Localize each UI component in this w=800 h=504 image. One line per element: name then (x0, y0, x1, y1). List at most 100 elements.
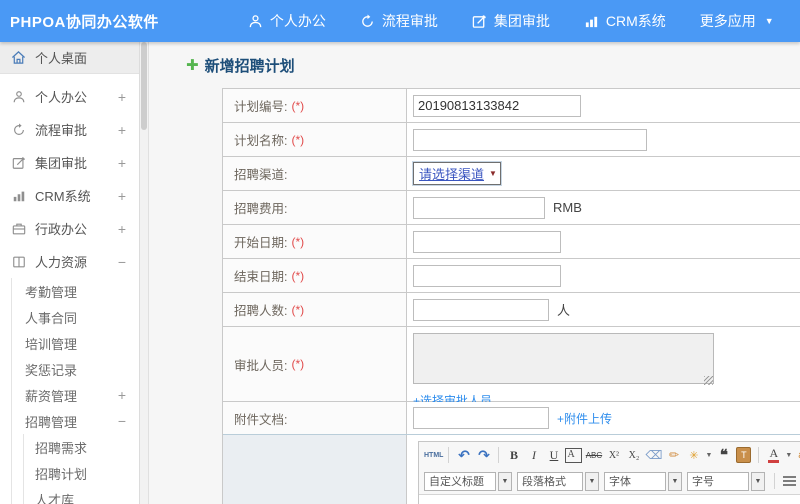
person-icon (10, 90, 27, 104)
sidebar-scrollbar[interactable] (140, 42, 149, 504)
collapse-minus-icon[interactable]: − (118, 414, 126, 428)
sidebar-item-attendance[interactable]: 考勤管理 (12, 278, 139, 304)
label-text: 审批人员: (234, 358, 288, 373)
expand-plus-icon[interactable]: + (118, 90, 126, 104)
bold-icon[interactable]: B (504, 446, 523, 465)
process-icon (10, 122, 27, 137)
font-family-dropdown[interactable]: 字体 (604, 471, 666, 491)
sidebar-item-recruit-plan[interactable]: 招聘计划 (24, 460, 139, 486)
form-row-channel: 招聘渠道: 请选择渠道 ▼ (223, 157, 800, 191)
sidebar-item-label: 奖惩记录 (25, 362, 78, 378)
paste-plain-icon[interactable]: T (734, 446, 753, 465)
caret-down-icon[interactable]: ▼ (498, 471, 512, 491)
top-nav-group-approval[interactable]: 集团审批 (455, 11, 567, 31)
label-text: 招聘费用: (234, 202, 288, 216)
sidebar-item-training[interactable]: 培训管理 (12, 330, 139, 356)
form-row-headcount: 招聘人数: (*) 人 (223, 293, 800, 327)
sidebar-item-label: 招聘管理 (25, 414, 78, 430)
sidebar-item-admin-office[interactable]: 行政办公 + (0, 212, 139, 245)
briefcase-icon (10, 222, 27, 236)
format-brush-icon[interactable]: ✏ (664, 446, 683, 465)
cost-input[interactable] (413, 196, 545, 219)
collapse-minus-icon[interactable]: − (118, 255, 126, 269)
caret-down-icon[interactable]: ▼ (668, 471, 682, 491)
expand-plus-icon[interactable]: + (118, 156, 126, 170)
sidebar-item-recruit-demand[interactable]: 招聘需求 (24, 434, 139, 460)
field-label: 审批人员: (*) (223, 327, 407, 401)
expand-plus-icon[interactable]: + (118, 123, 126, 137)
auto-typeset-icon[interactable]: ✳ (684, 446, 703, 465)
paragraph-format-dropdown[interactable]: 段落格式 (517, 471, 583, 491)
sidebar-item-desktop[interactable]: 个人桌面 (0, 42, 139, 74)
channel-select[interactable]: 请选择渠道 ▼ (413, 162, 501, 185)
unit-label: RMB (553, 200, 582, 215)
align-left-icon[interactable] (780, 472, 799, 491)
sidebar: 个人桌面 个人办公 + 流程审批 + 集团审批 + CRM系统 + 行政办公 +… (0, 42, 140, 504)
caret-down-icon[interactable]: ▼ (751, 471, 765, 491)
end-date-input[interactable] (413, 264, 561, 287)
start-date-input[interactable] (413, 230, 561, 253)
eraser-icon[interactable]: ⌫ (644, 446, 663, 465)
required-marker: (*) (291, 132, 305, 147)
italic-icon[interactable]: I (524, 446, 543, 465)
field-cell: +附件上传 (407, 402, 800, 434)
undo-icon[interactable]: ↶ (454, 446, 473, 465)
toolbar-separator (774, 473, 775, 489)
field-cell: +选择审批人员 (407, 327, 800, 408)
body-row: 个人桌面 个人办公 + 流程审批 + 集团审批 + CRM系统 + 行政办公 +… (0, 42, 800, 504)
sidebar-item-salary[interactable]: 薪资管理 + (12, 382, 139, 408)
editor-content-area[interactable] (419, 494, 800, 504)
person-icon (248, 14, 263, 29)
superscript-icon[interactable]: X² (604, 446, 623, 465)
redo-icon[interactable]: ↷ (474, 446, 493, 465)
form-row-approvers: 审批人员: (*) +选择审批人员 (223, 327, 800, 408)
upload-attachment-link[interactable]: +附件上传 (557, 410, 612, 427)
field-cell: HTML ↶ ↷ B I U A ABC X² X₂ ⌫ ✏ ✳ ▼ ❝ T A… (407, 435, 800, 504)
plan-number-input[interactable] (413, 94, 581, 117)
plan-name-input[interactable] (413, 128, 647, 151)
expand-plus-icon[interactable]: + (118, 388, 126, 402)
highlight-icon[interactable]: ab (794, 446, 800, 465)
attachment-input[interactable] (413, 407, 549, 429)
top-nav-crm[interactable]: CRM系统 (567, 11, 683, 31)
sidebar-item-reward-punish[interactable]: 奖惩记录 (12, 356, 139, 382)
field-label: 计划编号: (*) (223, 89, 407, 122)
approvers-textarea[interactable] (413, 333, 714, 384)
caret-down-icon[interactable]: ▼ (705, 452, 712, 459)
subscript-icon[interactable]: X₂ (624, 446, 643, 465)
form-row-attachment: 附件文档: +附件上传 (223, 402, 800, 435)
sidebar-item-personal-office[interactable]: 个人办公 + (0, 80, 139, 113)
headcount-input[interactable] (413, 298, 549, 321)
underline-icon[interactable]: U (544, 446, 563, 465)
expand-plus-icon[interactable]: + (118, 189, 126, 203)
field-cell: 请选择渠道 ▼ (407, 157, 800, 190)
top-nav-personal-office[interactable]: 个人办公 (231, 11, 343, 31)
sidebar-item-process-approval[interactable]: 流程审批 + (0, 113, 139, 146)
caret-down-icon[interactable]: ▼ (585, 471, 599, 491)
caret-down-icon[interactable]: ▼ (785, 452, 792, 459)
custom-title-dropdown[interactable]: 自定义标题 (424, 471, 496, 491)
scrollbar-thumb[interactable] (141, 42, 147, 130)
sidebar-item-crm[interactable]: CRM系统 + (0, 179, 139, 212)
label-text: 招聘人数: (234, 304, 288, 318)
top-nav-process-approval[interactable]: 流程审批 (343, 11, 455, 31)
expand-plus-icon[interactable]: + (118, 222, 126, 236)
resize-grip-icon[interactable] (704, 376, 713, 385)
sidebar-item-talent-pool[interactable]: 人才库 (24, 486, 139, 504)
main-content: ✚ 新增招聘计划 计划编号: (*) 计划名称: (149, 42, 800, 504)
font-size-dropdown[interactable]: 字号 (687, 471, 749, 491)
sidebar-item-group-approval[interactable]: 集团审批 + (0, 146, 139, 179)
blockquote-icon[interactable]: ❝ (714, 446, 733, 465)
sidebar-item-hr[interactable]: 人力资源 − (0, 245, 139, 278)
top-nav-more-apps[interactable]: 更多应用 ▼ (683, 11, 791, 31)
label-text: 附件文档: (234, 412, 288, 427)
sidebar-item-label: 招聘需求 (35, 440, 88, 456)
sidebar-item-hr-contract[interactable]: 人事合同 (12, 304, 139, 330)
strikethrough-icon[interactable]: ABC (584, 446, 603, 465)
toolbar-separator (448, 447, 450, 463)
char-border-icon[interactable]: A (564, 446, 583, 465)
html-source-button[interactable]: HTML (424, 446, 443, 465)
sidebar-item-recruit-mgmt[interactable]: 招聘管理 − (12, 408, 139, 434)
font-color-icon[interactable]: A (764, 446, 783, 465)
sidebar-submenu-recruit: 招聘需求 招聘计划 人才库 (23, 434, 139, 504)
